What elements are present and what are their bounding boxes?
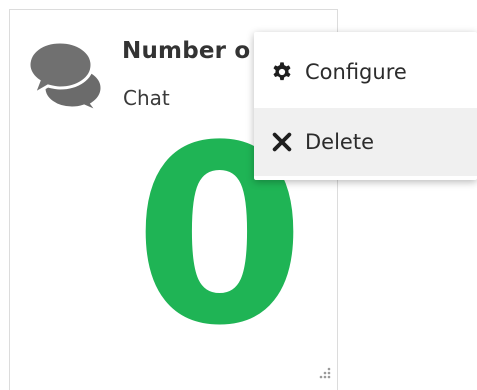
widget-title: Number o: [122, 38, 251, 64]
delete-menu-item[interactable]: Delete: [254, 108, 477, 176]
configure-label: Configure: [305, 60, 407, 84]
dashboard-canvas: Number o Chat 0 Configure Delete: [0, 0, 477, 390]
chat-bubbles-icon: [28, 40, 104, 112]
widget-context-menu: Configure Delete: [254, 32, 477, 180]
gear-icon: [273, 62, 291, 81]
configure-menu-item[interactable]: Configure: [254, 36, 477, 108]
close-icon: [272, 132, 292, 152]
resize-handle-icon[interactable]: [316, 366, 332, 382]
delete-label: Delete: [305, 130, 374, 154]
